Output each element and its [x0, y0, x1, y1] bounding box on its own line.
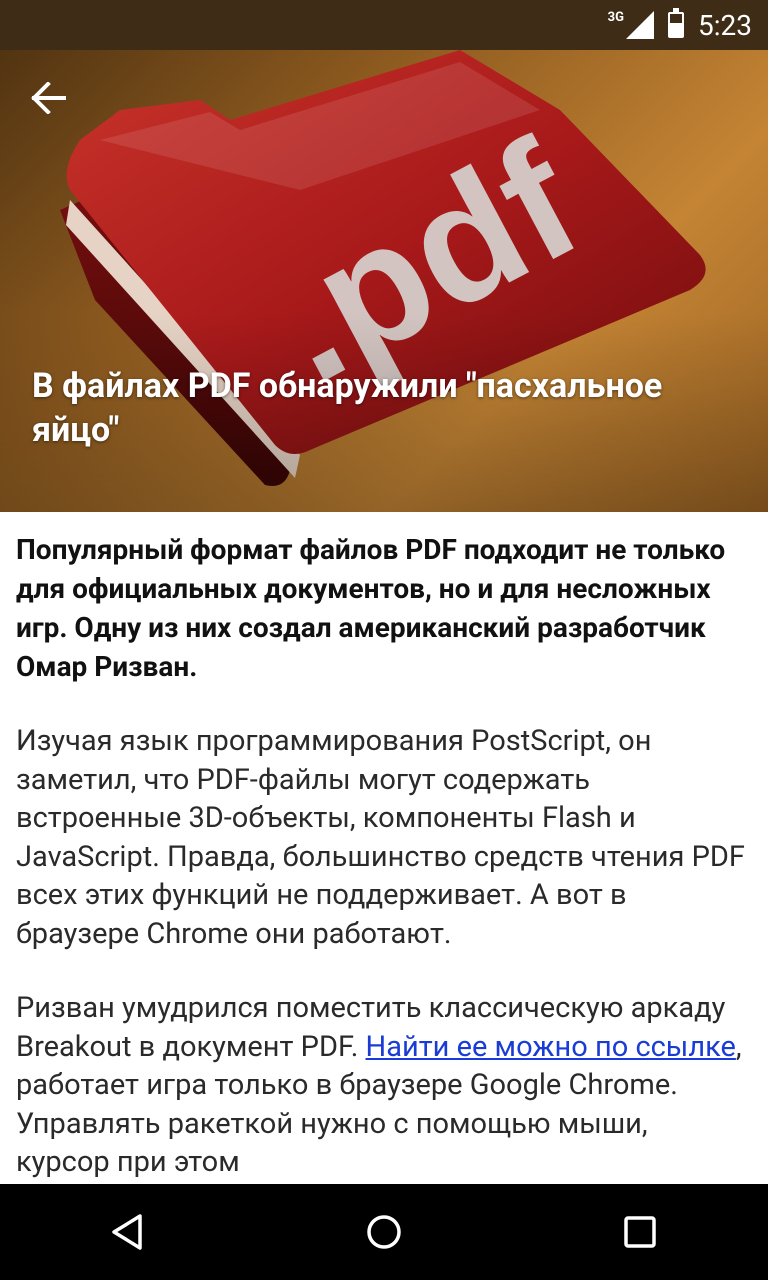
article-body: Популярный формат файлов PDF подходит не… [16, 512, 746, 1184]
navigation-bar [0, 1184, 768, 1280]
nav-back-button[interactable] [80, 1184, 176, 1280]
battery-icon [668, 8, 684, 38]
triangle-back-icon [112, 1214, 142, 1250]
square-recents-icon [624, 1216, 656, 1248]
circle-home-icon [367, 1215, 401, 1249]
clock: 5:23 [698, 8, 752, 42]
signal-icon [626, 11, 654, 39]
article-paragraph: Ризван умудрился поместить классическую … [16, 989, 746, 1182]
hero-image: .pdf В файлах PDF обнаружили "пасхальное… [0, 0, 768, 512]
network-type: 3G [607, 9, 624, 25]
game-link[interactable]: Найти ее можно по ссылке [366, 1030, 736, 1064]
arrow-left-icon [31, 82, 66, 114]
article-paragraph: Изучая язык программирования PostScript,… [16, 724, 745, 951]
nav-home-button[interactable] [336, 1184, 432, 1280]
status-bar: 3G 5:23 [0, 0, 768, 50]
back-button[interactable] [30, 82, 82, 134]
nav-recents-button[interactable] [592, 1184, 688, 1280]
article-lead: Популярный формат файлов PDF подходит не… [16, 533, 726, 683]
article-title: В файлах PDF обнаружили "пасхальное яйцо… [32, 366, 663, 450]
